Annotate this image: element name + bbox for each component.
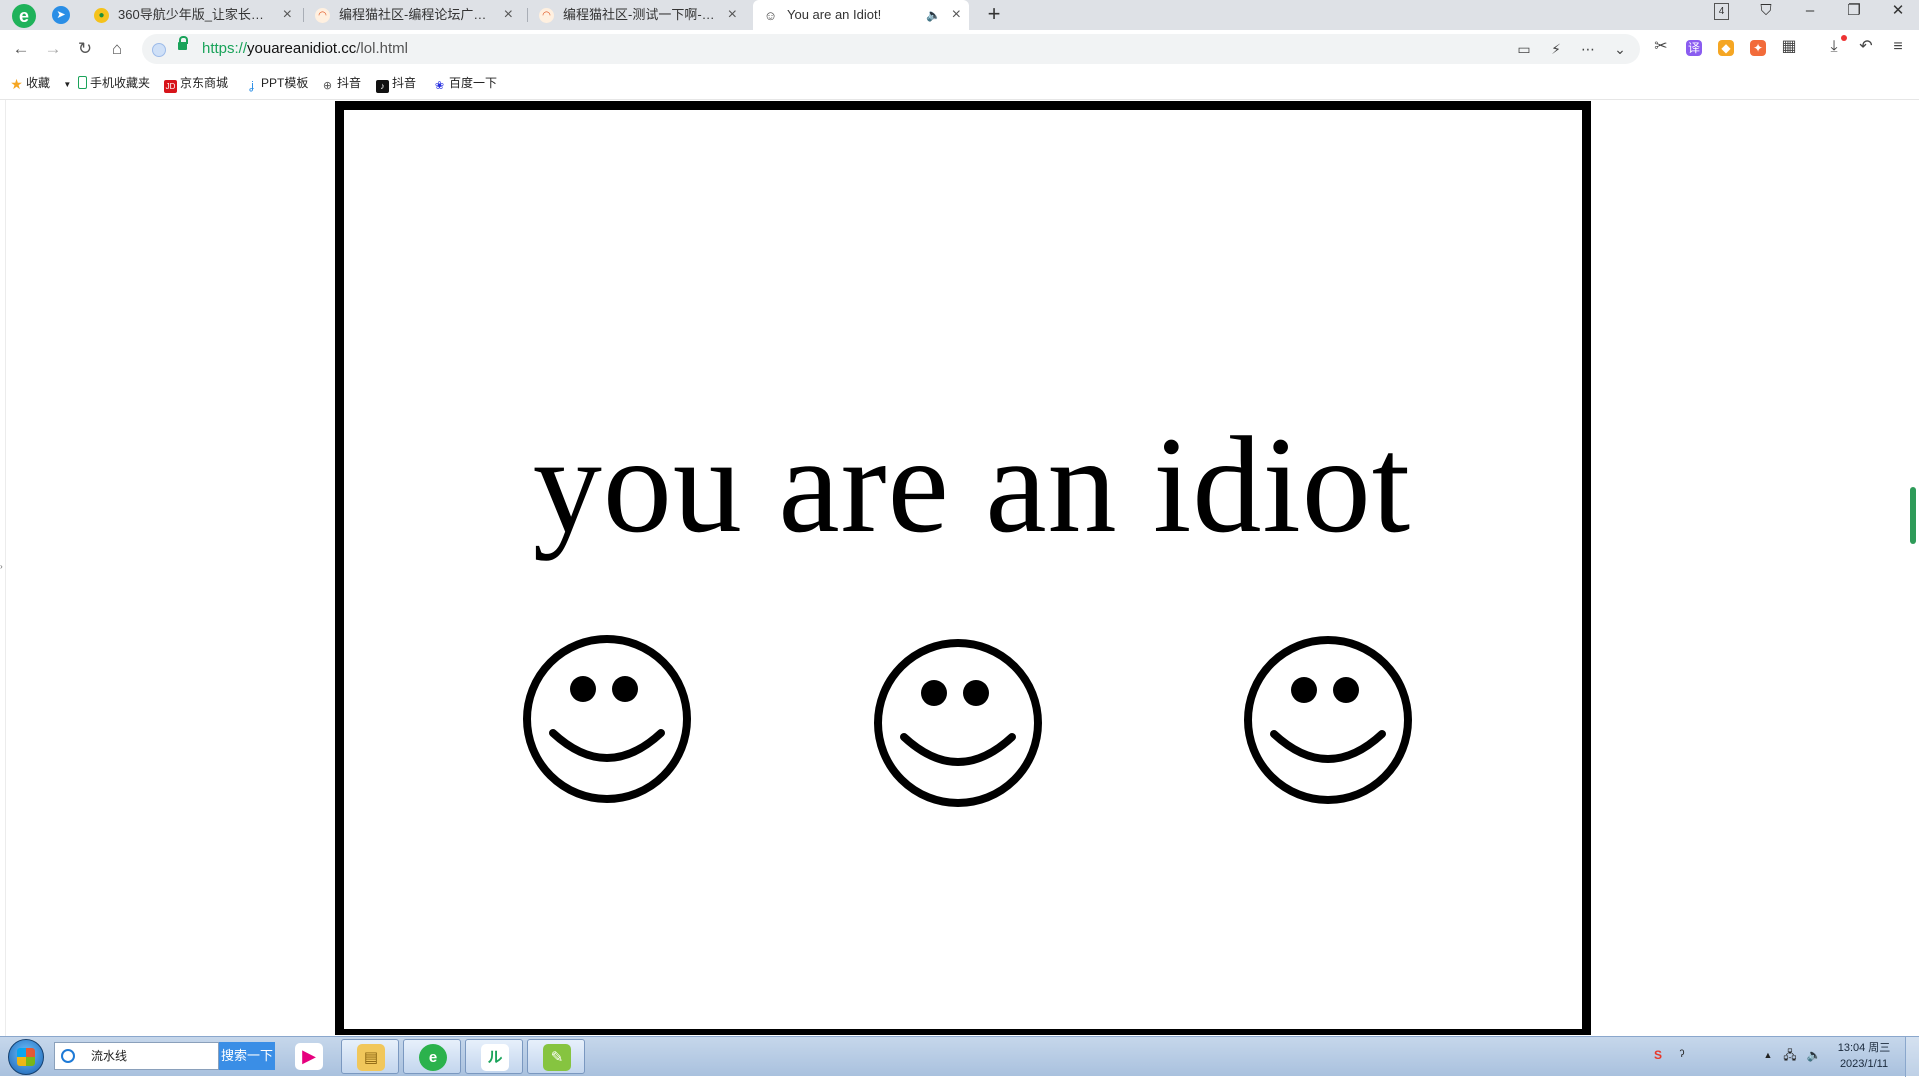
tab-separator xyxy=(527,8,528,22)
taskbar-search-input[interactable]: 流水线 xyxy=(54,1042,219,1070)
taskbar-app-youku[interactable]: ▶ xyxy=(280,1039,338,1074)
codemao-icon: ◠ xyxy=(315,8,330,23)
screen-capture-icon[interactable]: ▭ xyxy=(1514,40,1534,58)
bookmark-douyin[interactable]: ♪ 抖音 xyxy=(376,68,416,98)
ie-icon xyxy=(61,1049,75,1063)
bookmark-douyin-globe[interactable]: ⊕ 抖音 xyxy=(321,68,361,98)
site-shield-icon[interactable] xyxy=(152,43,166,57)
shield-extension-icon[interactable]: ◆ xyxy=(1718,40,1734,56)
skin-icon[interactable]: ⛉ xyxy=(1750,0,1782,24)
system-clock[interactable]: 13:04 周三 2023/1/11 xyxy=(1834,1040,1894,1072)
show-desktop-button[interactable] xyxy=(1905,1037,1919,1077)
bookmark-favorites[interactable]: ★ 收藏 ▼ xyxy=(10,68,71,98)
tab-strip: e ➤ ● 360导航少年版_让家长放心， × ◠ 编程猫社区-编程论坛广场-编… xyxy=(0,0,1919,30)
scrollbar-thumb[interactable] xyxy=(1910,487,1916,544)
globe-icon: ⊕ xyxy=(322,80,333,92)
lightning-icon[interactable]: ⚡ xyxy=(1546,40,1566,58)
bookmark-ppt[interactable]: ʝ PPT模板 xyxy=(245,68,308,98)
bookmark-baidu[interactable]: ❀ 百度一下 xyxy=(433,68,497,98)
close-icon[interactable]: × xyxy=(952,0,961,30)
app-green-icon: ル xyxy=(481,1044,509,1071)
tab-title: 编程猫社区-测试一下啊-编程猫 xyxy=(563,7,741,22)
sogou-ime-icon[interactable]: S xyxy=(1650,1047,1666,1063)
close-icon[interactable]: × xyxy=(728,0,737,30)
smiley-face-icon xyxy=(523,635,691,803)
close-window-button[interactable]: ✕ xyxy=(1882,0,1914,24)
browser-logo-icon[interactable]: e xyxy=(12,4,36,28)
back-button[interactable]: ← xyxy=(8,37,34,61)
tab-separator xyxy=(303,8,304,22)
more-icon[interactable]: ⋯ xyxy=(1578,40,1598,58)
ppt-icon: ʝ xyxy=(249,80,254,92)
jd-icon: JD xyxy=(164,80,177,93)
minimize-button[interactable]: – xyxy=(1794,0,1826,24)
smiley-face-icon xyxy=(874,639,1042,807)
speaker-icon[interactable]: 🔈 xyxy=(926,0,941,30)
taskbar: 流水线 搜索一下 ▶ ▤ e ル ✎ S ʔ ▲ 🖧 🔈 13:04 周三 20… xyxy=(0,1036,1919,1077)
new-tab-button[interactable]: + xyxy=(982,0,1006,30)
close-icon[interactable]: × xyxy=(504,0,513,30)
bookmarks-bar: ★ 收藏 ▼ 手机收藏夹 JD 京东商城 ʝ PPT模板 ⊕ 抖音 ♪ 抖音 ❀ 百度一下 xyxy=(0,68,1919,100)
volume-icon[interactable]: 🔈 xyxy=(1806,1047,1822,1063)
chevron-right-icon[interactable]: › xyxy=(0,562,3,571)
show-hidden-icons[interactable]: ▲ xyxy=(1760,1047,1776,1063)
notification-dot xyxy=(1841,35,1847,41)
url-text[interactable]: https://youareanidiot.cc/lol.html xyxy=(202,34,408,64)
tab-codemao-forum[interactable]: ◠ 编程猫社区-编程论坛广场-编程 × xyxy=(305,0,521,30)
sidebar-collapse-handle[interactable]: › xyxy=(0,100,6,1036)
smiley-icon: ☺ xyxy=(763,8,778,23)
address-bar[interactable]: https://youareanidiot.cc/lol.html ▭ ⚡ ⋯ … xyxy=(142,34,1640,64)
youku-icon: ▶ xyxy=(295,1043,323,1070)
send-icon[interactable]: ➤ xyxy=(52,6,70,24)
clock-time: 13:04 周三 xyxy=(1837,1042,1891,1054)
forward-button[interactable]: → xyxy=(40,37,66,61)
phone-icon xyxy=(78,76,87,89)
tab-title: You are an Idiot! xyxy=(787,7,882,22)
tab-count-badge[interactable]: 4 xyxy=(1714,3,1729,20)
network-icon[interactable]: 🖧 xyxy=(1782,1047,1798,1063)
chevron-down-icon[interactable]: ⌄ xyxy=(1610,40,1630,58)
file-explorer-icon: ▤ xyxy=(357,1044,385,1071)
ime-mode-icon[interactable]: ʔ xyxy=(1674,1047,1690,1063)
start-button[interactable] xyxy=(8,1039,44,1075)
tab-360-nav[interactable]: ● 360导航少年版_让家长放心， × xyxy=(84,0,300,30)
nav-globe-icon: ● xyxy=(94,8,109,23)
smiley-face-icon xyxy=(1244,636,1412,804)
baidu-paw-icon: ❀ xyxy=(434,80,445,92)
search-button[interactable]: 搜索一下 xyxy=(219,1042,275,1070)
taskbar-app-green[interactable]: ル xyxy=(465,1039,523,1074)
star-icon: ★ xyxy=(10,76,23,92)
content-frame: you are an idiot xyxy=(335,101,1591,1035)
translate-icon[interactable]: 译 xyxy=(1686,40,1702,56)
page-headline: you are an idiot xyxy=(532,408,1412,561)
tab-you-are-an-idiot[interactable]: ☺ You are an Idiot! 🔈 × xyxy=(753,0,969,30)
taskbar-app-browser[interactable]: e xyxy=(403,1039,461,1074)
clock-date: 2023/1/11 xyxy=(1839,1058,1889,1070)
home-button[interactable]: ⌂ xyxy=(104,37,130,61)
tab-title: 360导航少年版_让家长放心， xyxy=(118,7,290,22)
navigation-bar: ← → ↻ ⌂ https://youareanidiot.cc/lol.htm… xyxy=(0,30,1919,68)
scissors-icon[interactable]: ✂ xyxy=(1650,36,1672,58)
lock-icon[interactable] xyxy=(178,36,188,50)
page-viewport: › you are an idiot xyxy=(0,100,1919,1036)
browser-360-icon: e xyxy=(419,1044,447,1071)
tab-title: 编程猫社区-编程论坛广场-编程 xyxy=(339,7,517,22)
close-icon[interactable]: × xyxy=(283,0,292,30)
bookmark-jd[interactable]: JD 京东商城 xyxy=(164,68,228,98)
taskbar-app-explorer[interactable]: ▤ xyxy=(341,1039,399,1074)
tiktok-icon: ♪ xyxy=(376,80,389,93)
bookmark-mobile[interactable]: 手机收藏夹 xyxy=(78,68,150,98)
reload-button[interactable]: ↻ xyxy=(72,37,98,61)
apps-grid-icon[interactable]: ▦ xyxy=(1778,36,1800,58)
windows-logo-icon xyxy=(17,1048,35,1066)
restore-button[interactable]: ❐ xyxy=(1838,0,1870,24)
game-controller-icon[interactable]: ✦ xyxy=(1750,40,1766,56)
menu-icon[interactable]: ≡ xyxy=(1887,36,1909,58)
caret-down-icon[interactable]: ▼ xyxy=(63,80,71,89)
undo-icon[interactable]: ↶ xyxy=(1855,36,1877,58)
taskbar-app-notepad[interactable]: ✎ xyxy=(527,1039,585,1074)
tab-codemao-test[interactable]: ◠ 编程猫社区-测试一下啊-编程猫 × xyxy=(529,0,745,30)
notepad-icon: ✎ xyxy=(543,1044,571,1071)
codemao-icon: ◠ xyxy=(539,8,554,23)
